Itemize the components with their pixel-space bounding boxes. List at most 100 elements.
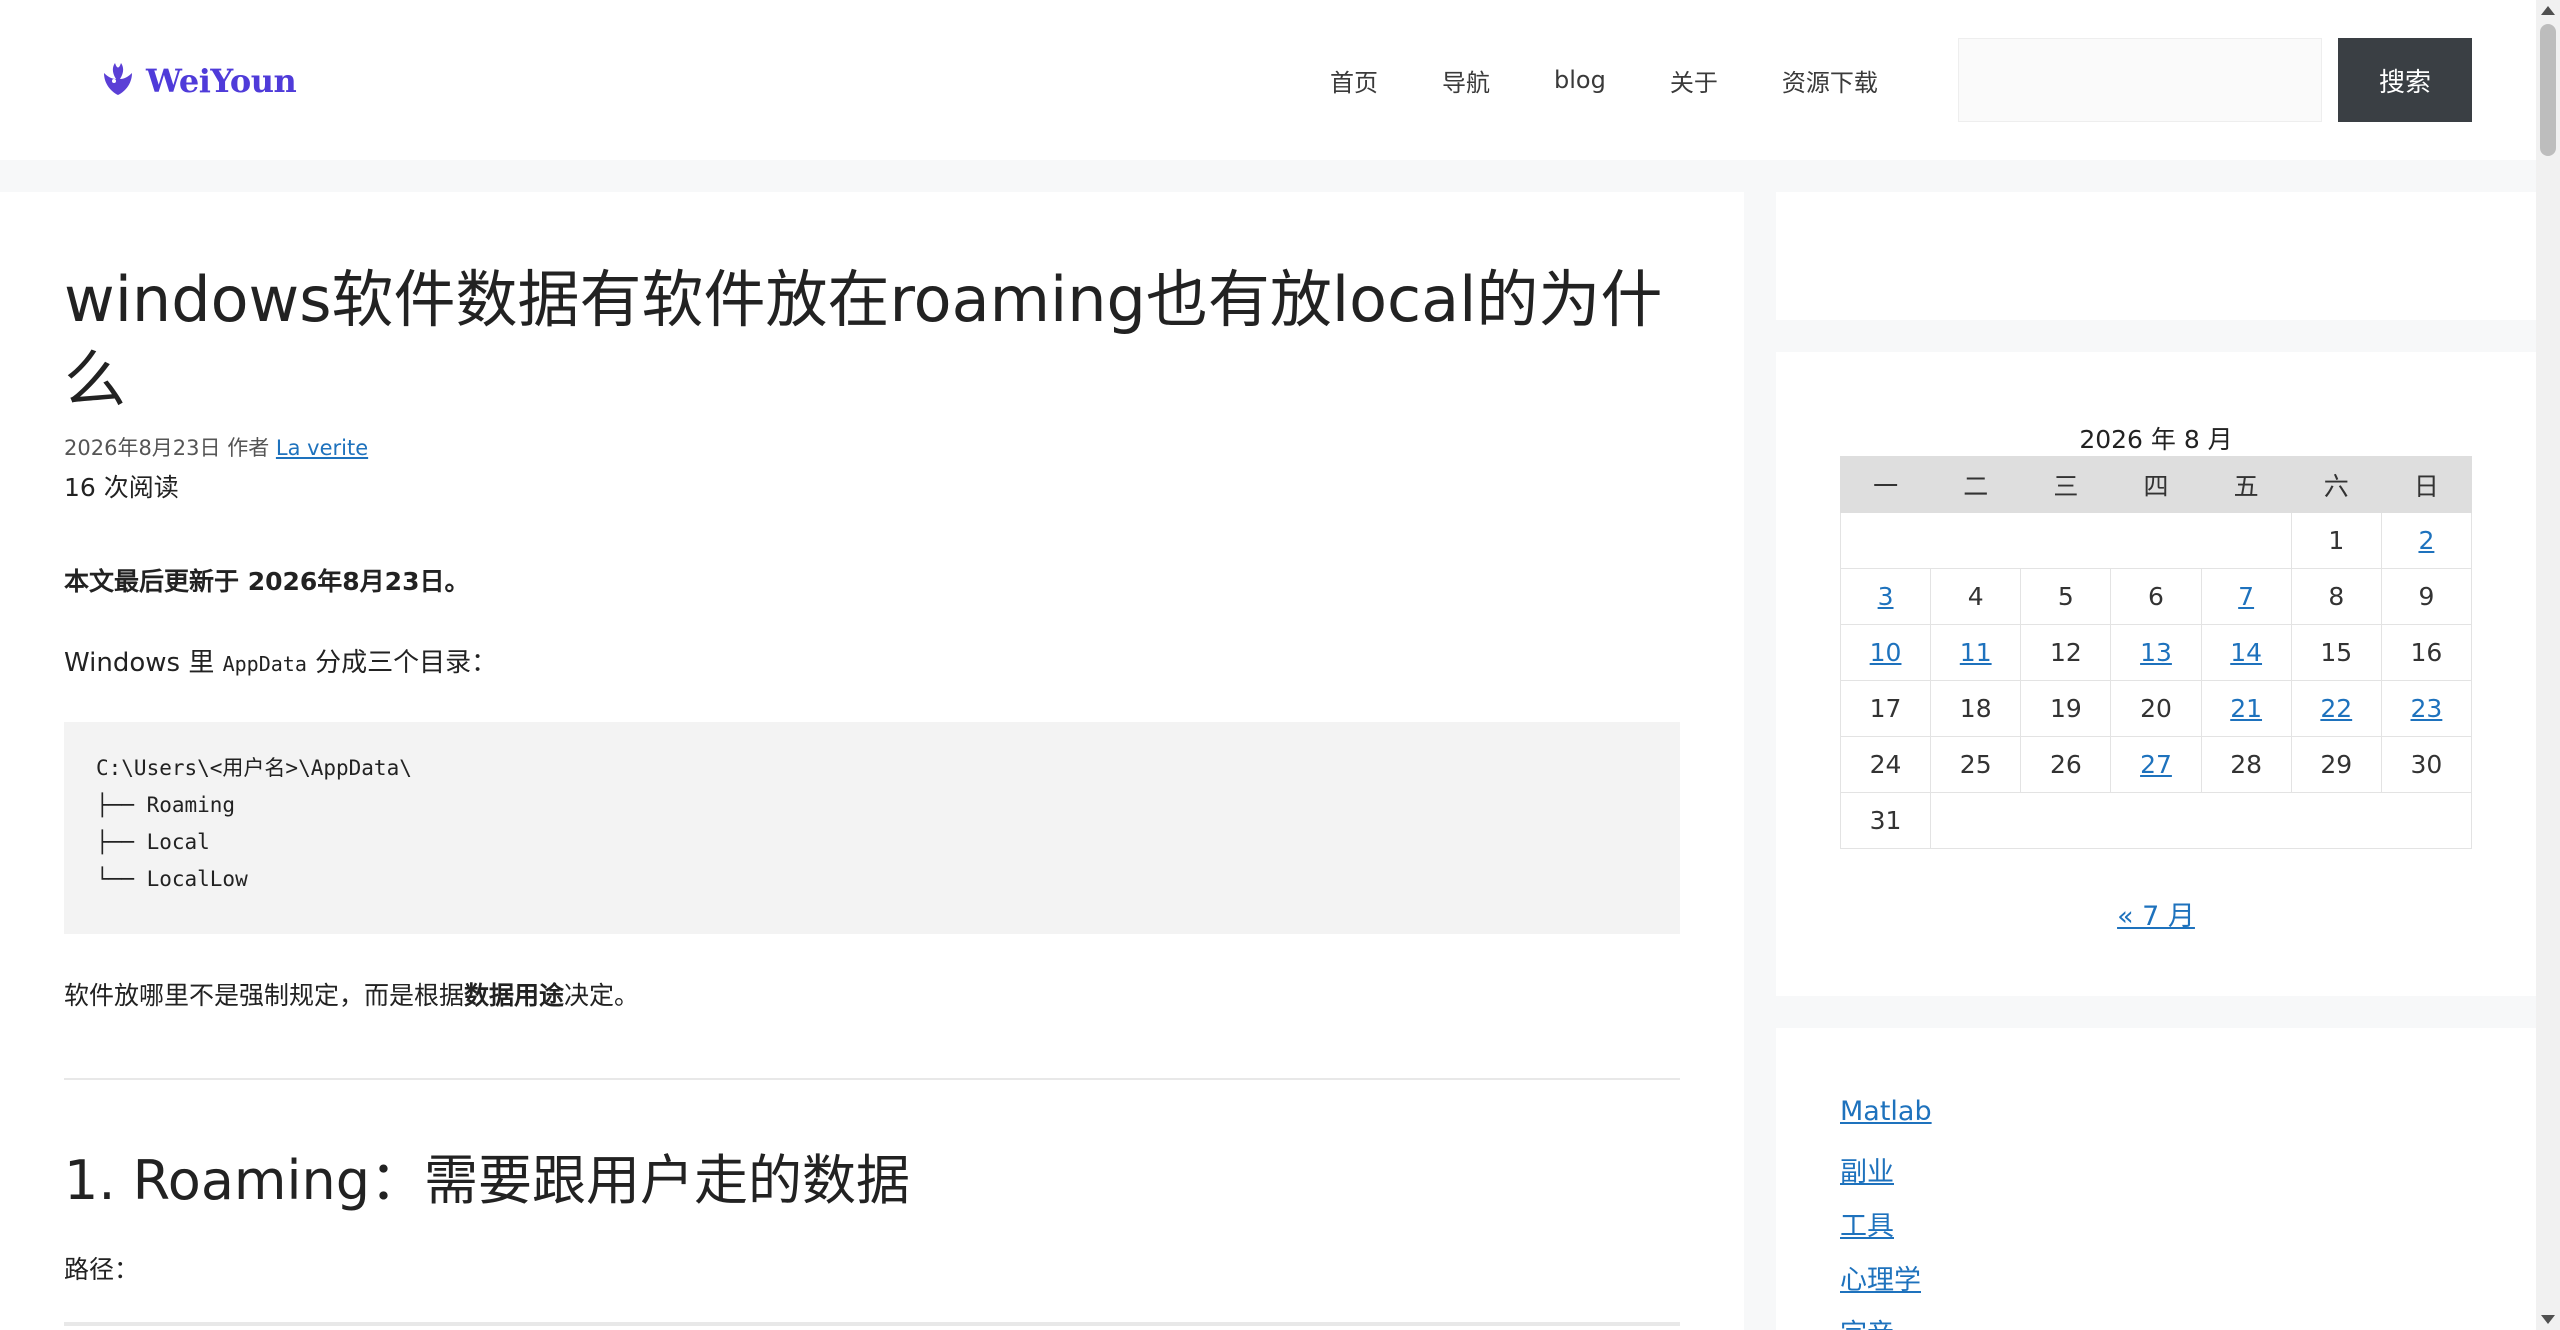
- code-block: C:\Users\<用户名>\AppData\ ├── Roaming ├── …: [64, 722, 1680, 934]
- calendar-day: 15: [2290, 624, 2382, 681]
- list-item: Matlab: [1840, 1096, 1932, 1150]
- para-prefix: 软件放哪里不是强制规定，而是根据: [64, 981, 465, 1010]
- site-header: WeiYoun 首页 导航 blog 关于 资源下载 搜索: [0, 0, 2560, 160]
- categories-widget: Matlab 副业 工具 心理学 宗音: [1776, 1028, 2536, 1330]
- article-container: windows软件数据有软件放在roaming也有放local的为什么 2026…: [0, 192, 1744, 1330]
- list-item: 工具: [1840, 1204, 1932, 1258]
- scroll-up-icon[interactable]: [2541, 6, 2555, 15]
- calendar-day-link[interactable]: 11: [1960, 638, 1992, 667]
- calendar-day: 7: [2200, 568, 2292, 625]
- category-link[interactable]: 工具: [1840, 1211, 1894, 1242]
- calendar-day: 16: [2380, 624, 2473, 681]
- calendar-caption: 2026 年 8 月: [2079, 425, 2233, 454]
- main-nav: 首页 导航 blog 关于 资源下载: [1330, 52, 1878, 108]
- body-paragraph: 软件放哪里不是强制规定，而是根据数据用途决定。: [64, 976, 1680, 1012]
- scrollbar-thumb[interactable]: [2540, 24, 2556, 156]
- calendar-day: 10: [1839, 624, 1932, 681]
- category-list: Matlab 副业 工具 心理学 宗音: [1840, 1096, 1932, 1330]
- calendar-day: 24: [1839, 736, 1932, 793]
- site-logo[interactable]: WeiYoun: [98, 56, 297, 106]
- calendar-day: 8: [2290, 568, 2382, 625]
- calendar-day-link[interactable]: 14: [2230, 638, 2262, 667]
- nav-item-home[interactable]: 首页: [1330, 63, 1378, 98]
- calendar-day: 13: [2110, 624, 2202, 681]
- calendar-day-link[interactable]: 2: [2418, 526, 2434, 555]
- calendar-pad: [1840, 512, 2292, 569]
- calendar-day: 23: [2380, 680, 2473, 737]
- calendar-day: 28: [2200, 736, 2292, 793]
- calendar-day-link[interactable]: 27: [2140, 750, 2172, 779]
- category-link[interactable]: Matlab: [1840, 1096, 1932, 1127]
- post-title: windows软件数据有软件放在roaming也有放local的为什么: [64, 263, 1663, 416]
- calendar-day: 5: [2020, 568, 2112, 625]
- calendar-day-link[interactable]: 13: [2140, 638, 2172, 667]
- nav-item-downloads[interactable]: 资源下载: [1782, 63, 1878, 98]
- intro-suffix: 分成三个目录：: [306, 648, 498, 678]
- calendar-day: 14: [2200, 624, 2292, 681]
- para-suffix: 决定。: [564, 981, 640, 1010]
- weekday-header: 一: [1839, 456, 1932, 513]
- calendar-day: 31: [1839, 792, 1932, 849]
- last-updated: 本文最后更新于 2026年8月23日。: [64, 567, 470, 596]
- logo-bird-icon: [104, 63, 132, 95]
- author-label: 作者: [227, 436, 270, 460]
- calendar-week: 24 25 26 27 28 29 30: [1839, 736, 2473, 793]
- list-item: 副业: [1840, 1150, 1932, 1204]
- calendar-widget: 2026 年 8 月 一 二 三 四 五 六 日 1 2 3 4 5 6 7 8 9 10 11 12…: [1776, 352, 2536, 996]
- logo-text: WeiYoun: [146, 62, 297, 100]
- post-date: 2026年8月23日: [64, 436, 221, 460]
- page-scrollbar[interactable]: [2536, 0, 2560, 1330]
- calendar-pad: [1930, 792, 2472, 849]
- calendar-week: 17 18 19 20 21 22 23: [1839, 680, 2473, 737]
- category-link[interactable]: 副业: [1840, 1157, 1894, 1188]
- calendar-week: 12: [1840, 512, 2473, 569]
- calendar-day: 4: [1930, 568, 2022, 625]
- category-link[interactable]: 心理学: [1840, 1265, 1921, 1296]
- nav-item-about[interactable]: 关于: [1670, 63, 1718, 98]
- calendar-day-link[interactable]: 22: [2320, 694, 2352, 723]
- calendar-day: 19: [2020, 680, 2112, 737]
- calendar-body: 1 2 3 4 5 6 7 8 9 10 11 12 13 14 15 16 17 18 19 20 21 22 23 24 2…: [1839, 512, 2473, 849]
- calendar-day: 25: [1930, 736, 2022, 793]
- calendar-day-link[interactable]: 23: [2411, 694, 2443, 723]
- calendar-day: 17: [1839, 680, 1932, 737]
- list-item: 心理学: [1840, 1258, 1932, 1312]
- weekday-header: 二: [1930, 456, 2022, 513]
- para-bold: 数据用途: [464, 981, 565, 1010]
- view-count: 16 次阅读: [64, 473, 179, 502]
- calendar-day-link[interactable]: 21: [2230, 694, 2262, 723]
- section-heading: 1. Roaming：需要跟用户走的数据: [64, 1149, 911, 1212]
- calendar-day: 6: [2110, 568, 2202, 625]
- section-divider: [64, 1078, 1680, 1080]
- calendar-day: 9: [2380, 568, 2473, 625]
- nav-item-blog[interactable]: blog: [1554, 66, 1606, 94]
- search-button[interactable]: 搜索: [2338, 38, 2472, 122]
- calendar-table: 一 二 三 四 五 六 日 1 2 3 4 5 6 7 8 9 10 11 12 13 14 15 16 17 1…: [1839, 456, 2473, 849]
- calendar-day: 22: [2290, 680, 2382, 737]
- calendar-day-link[interactable]: 7: [2238, 582, 2254, 611]
- intro-prefix: Windows 里: [64, 648, 223, 678]
- scroll-down-icon[interactable]: [2541, 1315, 2555, 1324]
- weekday-header: 三: [2020, 456, 2112, 513]
- path-label: 路径：: [64, 1255, 140, 1284]
- calendar-day: 20: [2110, 680, 2202, 737]
- nav-item-navigation[interactable]: 导航: [1442, 63, 1490, 98]
- inline-code: AppData: [222, 652, 307, 676]
- calendar-day: 18: [1930, 680, 2022, 737]
- post-meta: 2026年8月23日 作者 La verite: [64, 432, 1680, 462]
- search-input[interactable]: [1958, 38, 2322, 122]
- sidebar-widget-empty: [1776, 192, 2536, 320]
- calendar-day-link[interactable]: 10: [1870, 638, 1902, 667]
- calendar-day: 12: [2020, 624, 2112, 681]
- calendar-week: 31: [1839, 792, 2472, 849]
- prev-month-link[interactable]: « 7 月: [2117, 901, 2195, 932]
- category-link[interactable]: 宗音: [1840, 1319, 1894, 1330]
- calendar-week: 3 456 7 89: [1839, 568, 2473, 625]
- calendar-day: 11: [1930, 624, 2022, 681]
- author-link[interactable]: La verite: [276, 436, 368, 460]
- calendar-day-link[interactable]: 3: [1878, 582, 1894, 611]
- intro-paragraph: Windows 里 AppData 分成三个目录：: [64, 642, 1680, 679]
- calendar-day: 2: [2380, 512, 2473, 569]
- calendar-day: 1: [2290, 512, 2382, 569]
- calendar-day: 27: [2110, 736, 2202, 793]
